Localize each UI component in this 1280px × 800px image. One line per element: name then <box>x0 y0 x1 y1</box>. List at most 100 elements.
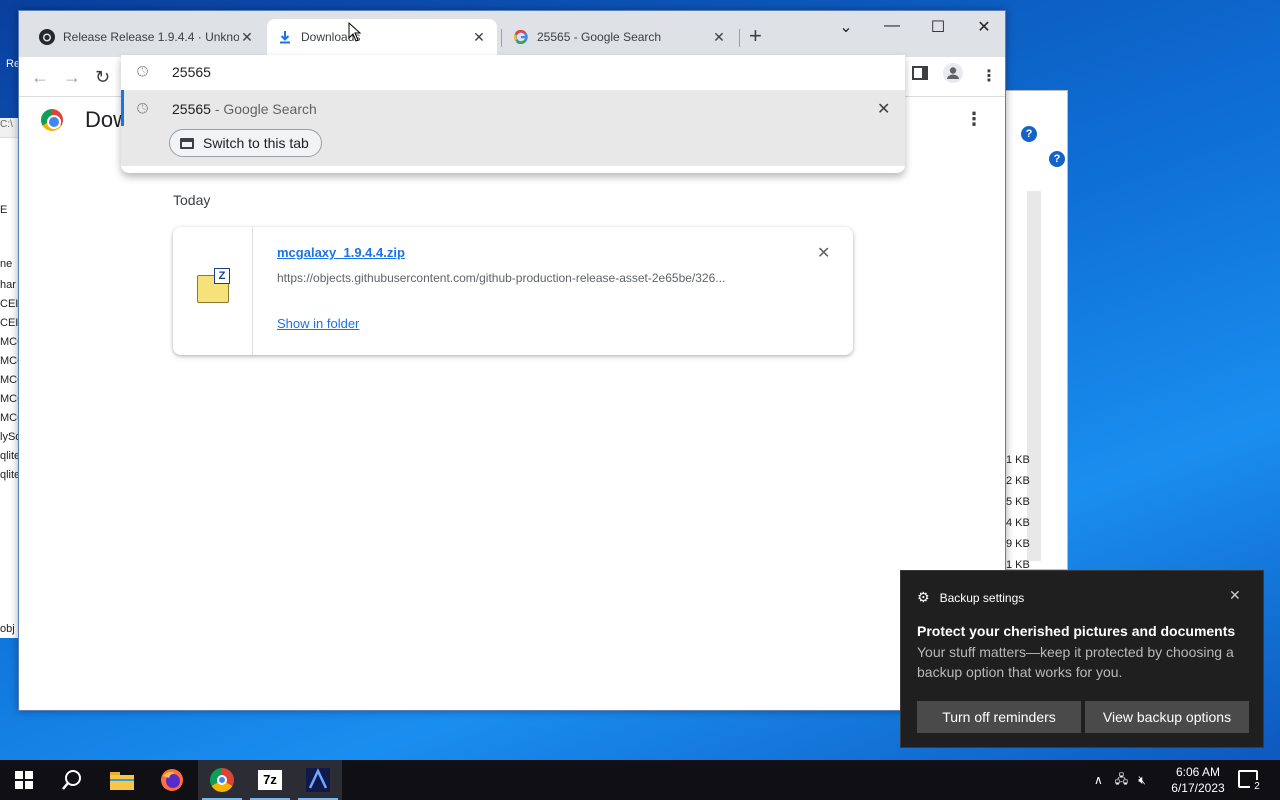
suggestion-text: 25565 - Google Search <box>172 101 317 117</box>
network-icon[interactable]: 🖧︎ <box>1115 770 1128 791</box>
file-size: 9 KB <box>1006 538 1030 550</box>
clock-time: 6:06 AM <box>1175 765 1221 779</box>
notification-app-name: Backup settings <box>939 590 1025 605</box>
chevron-up-icon[interactable]: ∧ <box>1094 773 1103 787</box>
history-icon: 🕓︎ <box>137 63 149 79</box>
clock[interactable]: 6:06 AM 6/17/2023 <box>1160 764 1236 796</box>
search-button[interactable] <box>48 760 96 800</box>
explorer-row[interactable]: CEI <box>0 317 18 329</box>
tab-title: Downloads <box>301 30 361 44</box>
system-tray: ∧ 🖧︎ 🔇︎ <box>1094 760 1146 800</box>
explorer-row[interactable]: har <box>0 279 16 291</box>
file-size: 1 KB <box>1006 454 1030 466</box>
forward-button[interactable]: → <box>63 67 81 88</box>
taskbar-file-explorer[interactable] <box>98 760 146 800</box>
turn-off-reminders-button[interactable]: Turn off reminders <box>917 701 1081 733</box>
help-icon[interactable]: ? <box>1021 126 1037 142</box>
folder-icon <box>110 772 134 790</box>
remove-suggestion-icon[interactable]: ✕ <box>877 99 890 119</box>
new-tab-button[interactable]: + <box>749 25 762 47</box>
tab-github-release[interactable]: Release Release 1.9.4.4 · Unknow ✕ <box>29 19 265 55</box>
github-icon <box>39 29 55 45</box>
background-dialog-window[interactable]: ? ? 1 KB 2 KB 5 KB 4 KB 9 KB 1 KB <box>1000 90 1068 570</box>
chrome-window[interactable]: Release Release 1.9.4.4 · Unknow ✕ Downl… <box>18 10 1006 711</box>
notification-count-badge: 2 <box>1250 780 1264 794</box>
tab-title: Release Release 1.9.4.4 · Unknow <box>63 30 239 44</box>
close-notification-icon[interactable]: ✕ <box>1229 587 1241 604</box>
reload-button[interactable]: ↻ <box>95 67 110 88</box>
help-icon[interactable]: ? <box>1049 151 1065 167</box>
google-icon <box>513 29 529 45</box>
explorer-address-bar: C:\ <box>0 118 19 138</box>
switch-to-tab-button[interactable]: Switch to this tab <box>169 129 322 157</box>
history-icon: 🕓︎ <box>137 100 149 116</box>
gear-icon: ⚙ <box>917 589 930 605</box>
suggestion-query: 25565 <box>172 101 211 117</box>
address-bar[interactable]: 🕓︎ 25565 <box>121 55 905 89</box>
taskbar-7zip[interactable]: 7z <box>246 760 294 800</box>
taskbar-firefox[interactable] <box>148 760 196 800</box>
show-in-folder-link[interactable]: Show in folder <box>277 316 359 331</box>
close-tab-icon[interactable]: ✕ <box>239 29 255 46</box>
explorer-row[interactable]: MCG <box>0 355 19 367</box>
close-tab-icon[interactable]: ✕ <box>471 29 487 46</box>
suggestion-source: - Google Search <box>210 101 317 117</box>
chrome-logo-icon <box>41 109 63 131</box>
notification-body: Your stuff matters—keep it protected by … <box>917 644 1234 680</box>
download-file-link[interactable]: mcgalaxy_1.9.4.4.zip <box>277 245 405 260</box>
explorer-row[interactable]: MCG <box>0 393 19 405</box>
close-window-button[interactable]: ✕ <box>961 17 1007 37</box>
profile-avatar[interactable] <box>943 63 963 83</box>
chrome-icon <box>210 768 234 792</box>
tab-separator <box>739 29 740 47</box>
maximize-button[interactable]: ☐ <box>915 17 961 37</box>
action-center-icon[interactable]: 2 <box>1238 770 1264 794</box>
browser-menu-icon[interactable]: ⋮ <box>981 66 997 86</box>
explorer-row[interactable]: E <box>0 204 7 216</box>
date-section-label: Today <box>173 192 211 208</box>
mouse-cursor-icon <box>348 22 362 42</box>
close-tab-icon[interactable]: ✕ <box>711 29 727 46</box>
taskbar-chrome[interactable] <box>198 760 246 800</box>
download-item-card: Z mcgalaxy_1.9.4.4.zip https://objects.g… <box>173 227 853 355</box>
explorer-row[interactable]: qlite <box>0 450 19 462</box>
explorer-row[interactable]: lySo <box>0 431 19 443</box>
backup-notification[interactable]: ⚙ Backup settings ✕ Protect your cherish… <box>900 570 1264 748</box>
address-input[interactable]: 25565 <box>172 64 211 80</box>
explorer-path: C:\ <box>0 119 13 130</box>
side-panel-icon[interactable] <box>912 66 928 80</box>
tab-downloads[interactable]: Downloads ✕ <box>267 19 497 55</box>
file-size: 2 KB <box>1006 475 1030 487</box>
remove-download-icon[interactable]: ✕ <box>817 243 830 263</box>
tab-google-search[interactable]: 25565 - Google Search ✕ <box>503 19 737 55</box>
explorer-row[interactable]: qlite <box>0 469 19 481</box>
notification-header: ⚙ Backup settings <box>917 589 1024 606</box>
explorer-row[interactable]: MCG <box>0 336 19 348</box>
explorer-status: obj <box>0 623 15 635</box>
switch-to-tab-label: Switch to this tab <box>203 135 309 151</box>
omnibox-suggestion[interactable]: 🕓︎ 25565 - Google Search ✕ Switch to thi… <box>121 90 905 166</box>
omnibox-dropdown: 🕓︎ 25565 🕓︎ 25565 - Google Search ✕ Swit… <box>121 55 905 173</box>
downloads-menu-icon[interactable]: ⋮ <box>965 109 983 130</box>
background-explorer-window[interactable]: C:\ E ne har CEI CEI MCG MCG MCG MCG MCG… <box>0 118 20 638</box>
minimize-button[interactable]: — <box>869 17 915 35</box>
explorer-row[interactable]: MCG <box>0 412 19 424</box>
taskbar-app[interactable] <box>294 760 342 800</box>
file-size: 5 KB <box>1006 496 1030 508</box>
volume-muted-icon[interactable]: 🔇︎ <box>1138 773 1146 788</box>
explorer-row[interactable]: CEI <box>0 298 18 310</box>
windows-logo-icon <box>15 771 33 789</box>
tab-separator <box>501 29 502 47</box>
download-source-url: https://objects.githubusercontent.com/gi… <box>277 271 726 285</box>
notification-title: Protect your cherished pictures and docu… <box>917 623 1236 639</box>
tab-strip: Release Release 1.9.4.4 · Unknow ✕ Downl… <box>19 11 1005 57</box>
start-button[interactable] <box>0 760 48 800</box>
tab-title: 25565 - Google Search <box>537 30 662 44</box>
back-button[interactable]: ← <box>31 67 49 88</box>
view-backup-options-button[interactable]: View backup options <box>1085 701 1249 733</box>
tab-search-icon[interactable]: ⌄ <box>823 17 869 37</box>
file-icon-column: Z <box>173 227 253 355</box>
file-size: 1 KB <box>1006 559 1030 570</box>
explorer-row[interactable]: MCG <box>0 374 19 386</box>
explorer-row[interactable]: ne <box>0 258 12 270</box>
